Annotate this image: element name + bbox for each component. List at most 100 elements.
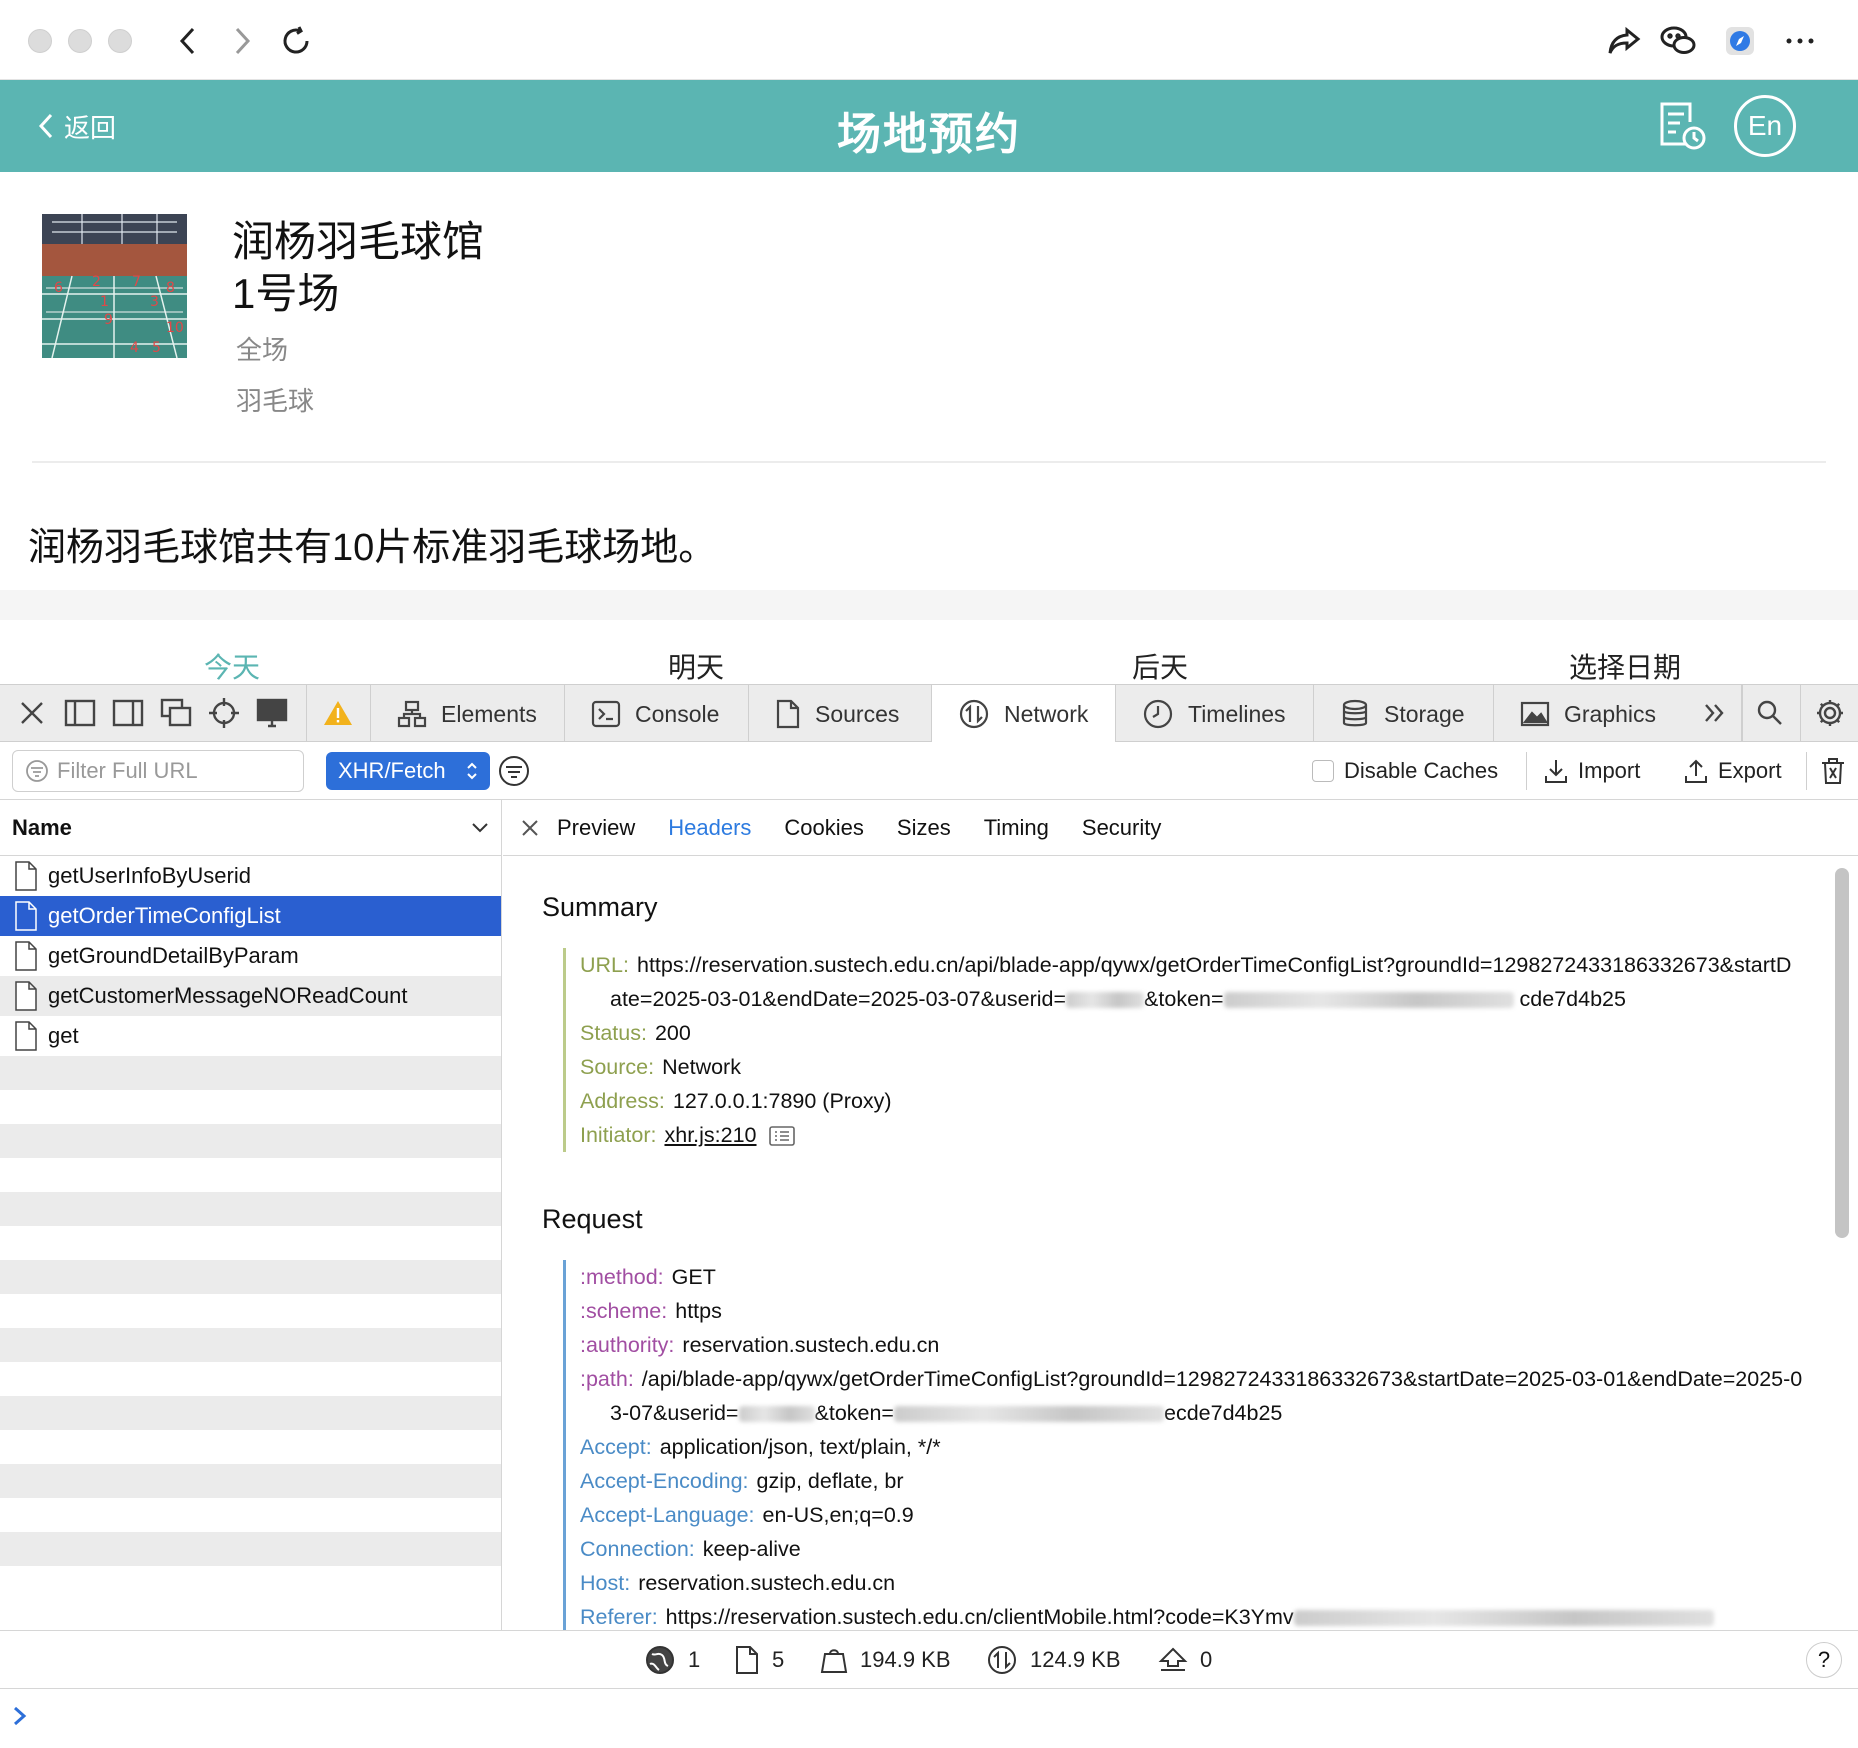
upload-icon [1685,759,1707,783]
tab-elements[interactable]: Elements [371,685,565,743]
window-close-button[interactable] [28,29,52,53]
weight-icon [820,1649,848,1673]
reload-icon [283,26,309,54]
empty-row [0,1260,501,1294]
export-button[interactable]: Export [1684,754,1782,788]
devtools-settings-button[interactable] [1812,695,1848,731]
name-column-header[interactable]: Name [0,800,501,856]
network-filter-bar: Filter Full URL XHR/Fetch Disable Caches… [0,742,1858,800]
network-icon [959,699,989,729]
tab-network[interactable]: Network [932,685,1116,743]
dock-left-icon [64,699,96,727]
search-button[interactable] [1752,695,1788,731]
call-stack-icon[interactable] [768,1126,795,1147]
more-button[interactable] [1776,18,1824,64]
tab-today[interactable]: 今天 [204,646,260,686]
double-chevron-icon [1705,704,1724,722]
console-prompt-line[interactable] [0,1688,1858,1748]
tab-cookies[interactable]: Cookies [784,815,863,841]
forward-nav-button[interactable] [218,18,266,64]
detail-tab-bar: Preview Headers Cookies Sizes Timing Sec… [503,800,1858,856]
tab-sources[interactable]: Sources [749,685,932,743]
resource-type-select[interactable]: XHR/Fetch [326,752,490,790]
empty-row [0,1294,501,1328]
safari-devtools-button[interactable] [1716,18,1764,64]
resources-count: 5 [734,1644,784,1676]
tab-preview[interactable]: Preview [557,815,635,841]
clear-log-button[interactable] [1820,754,1846,788]
filter-icon [26,760,48,782]
warning-icon[interactable] [320,695,356,731]
trash-icon [1822,758,1844,784]
document-icon [736,1646,758,1674]
tab-timelines[interactable]: Timelines [1116,685,1314,743]
more-tabs-button[interactable] [1696,695,1732,731]
window-minimize-button[interactable] [68,29,92,53]
request-row[interactable]: getUserInfoByUserid [0,856,501,896]
empty-row [0,1498,501,1532]
updown-chevron-icon [467,762,477,780]
initiator-link[interactable]: xhr.js:210 [664,1123,756,1147]
device-settings-button[interactable] [254,695,290,731]
empty-row [0,1362,501,1396]
wechat-icon [1660,26,1696,54]
back-nav-button[interactable] [164,18,212,64]
redacted-userid [1066,992,1145,1009]
request-row[interactable]: getCustomerMessageNOReadCount [0,976,501,1016]
search-icon [1757,700,1782,725]
domains-count: 1 [644,1644,700,1676]
inspect-element-button[interactable] [206,695,242,731]
url-filter-input[interactable]: Filter Full URL [12,750,304,792]
empty-row [0,1090,501,1124]
tab-choose-date[interactable]: 选择日期 [1569,646,1681,686]
detail-scrollbar[interactable] [1835,868,1849,1238]
empty-list-area [0,1056,501,1600]
summary-initiator: Initiator: xhr.js:210 [580,1118,1803,1152]
tab-day-after[interactable]: 后天 [1132,646,1188,686]
tab-storage[interactable]: Storage [1314,685,1494,743]
wechat-button[interactable] [1654,18,1702,64]
tab-security[interactable]: Security [1082,815,1161,841]
language-toggle-button[interactable]: En [1734,95,1796,157]
tab-sizes[interactable]: Sizes [897,815,951,841]
close-devtools-button[interactable] [14,695,50,731]
window-zoom-button[interactable] [108,29,132,53]
help-button[interactable]: ? [1806,1642,1842,1678]
dock-left-button[interactable] [62,695,98,731]
detach-window-button[interactable] [158,695,194,731]
filter-options-button[interactable] [497,754,531,788]
database-icon [1342,699,1368,727]
tab-console[interactable]: Console [565,685,749,743]
share-button[interactable] [1600,18,1648,64]
section-gap [0,590,1858,620]
close-detail-button[interactable] [503,818,557,838]
booking-history-button[interactable] [1656,98,1708,154]
summary-url: URL: https://reservation.sustech.edu.cn/a… [580,953,1792,1011]
request-header-row: :method: GET [580,1265,716,1289]
redacted-userid [738,1406,815,1423]
document-icon [15,941,37,971]
tab-tomorrow[interactable]: 明天 [668,646,724,686]
windows-icon [160,698,192,727]
browser-toolbar [0,0,1858,80]
svg-text:3: 3 [150,294,159,310]
request-row-selected[interactable]: getOrderTimeConfigList [0,896,501,936]
redacted-code [1293,1610,1714,1627]
request-header-row: Connection: keep-alive [580,1537,801,1561]
tab-timing[interactable]: Timing [984,815,1049,841]
compass-icon [1726,27,1754,55]
disable-caches-toggle[interactable]: Disable Caches [1312,756,1498,786]
request-header-row: Accept-Language: en-US,en;q=0.9 [580,1503,914,1527]
dock-right-button[interactable] [110,695,146,731]
svg-text:8: 8 [166,280,175,296]
empty-row [0,1226,501,1260]
request-row[interactable]: getGroundDetailByParam [0,936,501,976]
import-button[interactable]: Import [1544,754,1640,788]
tab-headers[interactable]: Headers [668,815,751,841]
svg-text:9: 9 [104,312,113,328]
share-icon [1608,26,1641,54]
request-row[interactable]: get [0,1016,501,1056]
reload-button[interactable] [272,18,320,64]
disable-caches-checkbox[interactable] [1312,760,1334,782]
svg-text:2: 2 [92,274,101,290]
